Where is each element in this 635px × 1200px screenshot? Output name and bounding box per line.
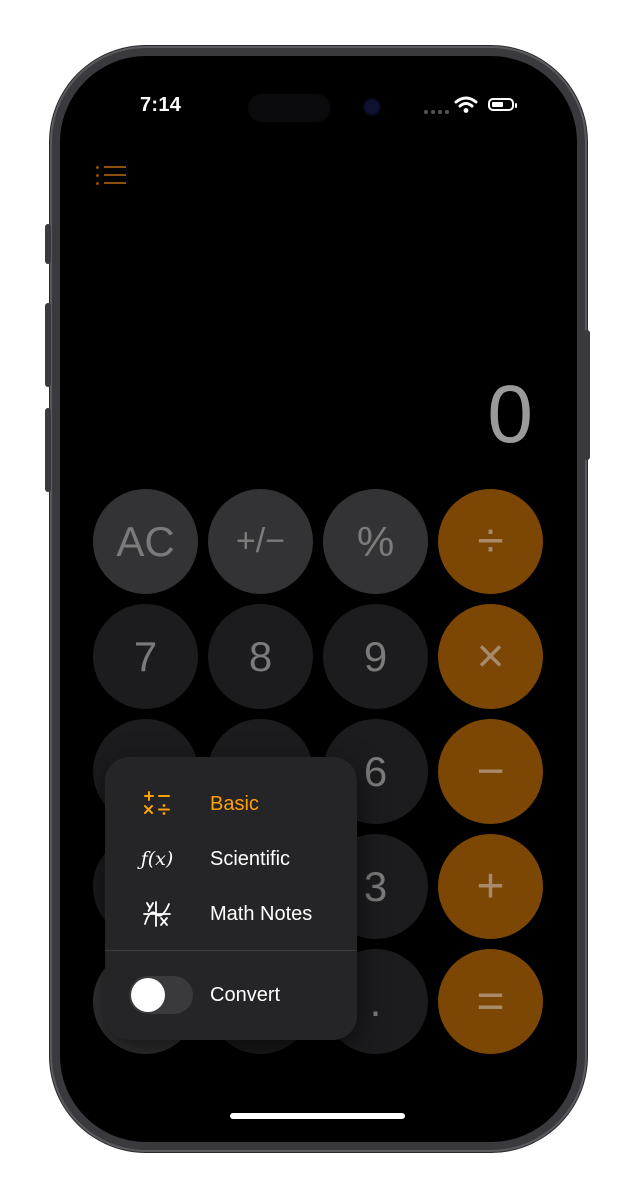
plus-minus-button[interactable]: +/− (208, 489, 313, 594)
divide-button[interactable]: ÷ (438, 489, 543, 594)
convert-toggle[interactable] (129, 976, 193, 1014)
menu-item-scientific[interactable]: ƒ(x) Scientific (105, 839, 357, 879)
equals-button[interactable]: = (438, 949, 543, 1054)
volume-up-button (45, 303, 51, 387)
wifi-icon (454, 96, 478, 113)
battery-icon (488, 98, 517, 111)
menu-item-scientific-label: Scientific (210, 848, 291, 870)
list-icon[interactable] (96, 164, 126, 188)
add-button[interactable]: + (438, 834, 543, 939)
clear-button[interactable]: AC (93, 489, 198, 594)
digit-9-button[interactable]: 9 (323, 604, 428, 709)
action-button (45, 224, 51, 264)
mode-menu: Basic ƒ(x) Scientific Math Notes Convert (105, 757, 357, 1040)
menu-item-math-notes-label: Math Notes (210, 903, 313, 925)
status-time: 7:14 (140, 94, 182, 116)
digit-7-button[interactable]: 7 (93, 604, 198, 709)
camera-icon (365, 100, 379, 114)
result-display: 0 (487, 369, 533, 460)
menu-item-math-notes[interactable]: Math Notes (105, 894, 357, 934)
battery-level (492, 102, 503, 107)
volume-down-button (45, 408, 51, 492)
signal-dots-icon (424, 110, 449, 114)
menu-item-basic[interactable]: Basic (105, 784, 357, 824)
percent-button[interactable]: % (323, 489, 428, 594)
convert-label: Convert (210, 984, 281, 1006)
toggle-knob (131, 978, 165, 1012)
multiply-button[interactable]: × (438, 604, 543, 709)
home-indicator (230, 1113, 405, 1119)
math-notes-icon (139, 900, 175, 928)
side-button (584, 330, 590, 460)
digit-8-button[interactable]: 8 (208, 604, 313, 709)
calculator-screen: 7:14 0 AC+/−%÷789×456−123+0.= (60, 56, 577, 1142)
subtract-button[interactable]: − (438, 719, 543, 824)
menu-item-basic-label: Basic (210, 793, 259, 815)
dynamic-island (248, 94, 330, 122)
menu-divider (105, 950, 357, 951)
basic-ops-icon (139, 790, 175, 818)
function-icon: ƒ(x) (140, 848, 174, 870)
